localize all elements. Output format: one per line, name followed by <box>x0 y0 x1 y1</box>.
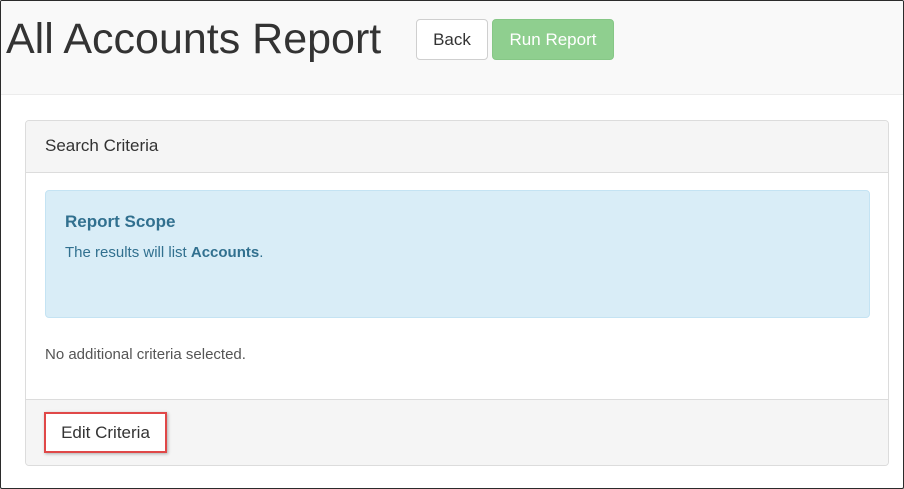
scope-text-entity: Accounts <box>190 244 260 261</box>
panel-header: Search Criteria <box>26 121 888 173</box>
panel-title: Search Criteria <box>45 136 159 155</box>
edit-criteria-button[interactable]: Edit Criteria <box>44 412 167 453</box>
page-header: All Accounts Report Back Run Report <box>1 1 903 95</box>
scope-text-prefix: The results will list <box>65 244 191 261</box>
panel-footer: Edit Criteria <box>26 399 888 465</box>
report-window: All Accounts Report Back Run Report Sear… <box>0 0 904 489</box>
report-scope-alert: Report Scope The results will list Accou… <box>45 190 870 318</box>
run-report-button[interactable]: Run Report <box>492 19 614 60</box>
page-title: All Accounts Report <box>6 15 382 63</box>
scope-text-suffix: . <box>259 244 264 261</box>
no-criteria-text: No additional criteria selected. <box>45 346 246 363</box>
search-criteria-panel: Search Criteria Report Scope The results… <box>25 120 889 466</box>
report-scope-text: The results will list Accounts. <box>65 244 263 261</box>
report-scope-title: Report Scope <box>65 212 176 231</box>
back-button[interactable]: Back <box>416 19 488 60</box>
